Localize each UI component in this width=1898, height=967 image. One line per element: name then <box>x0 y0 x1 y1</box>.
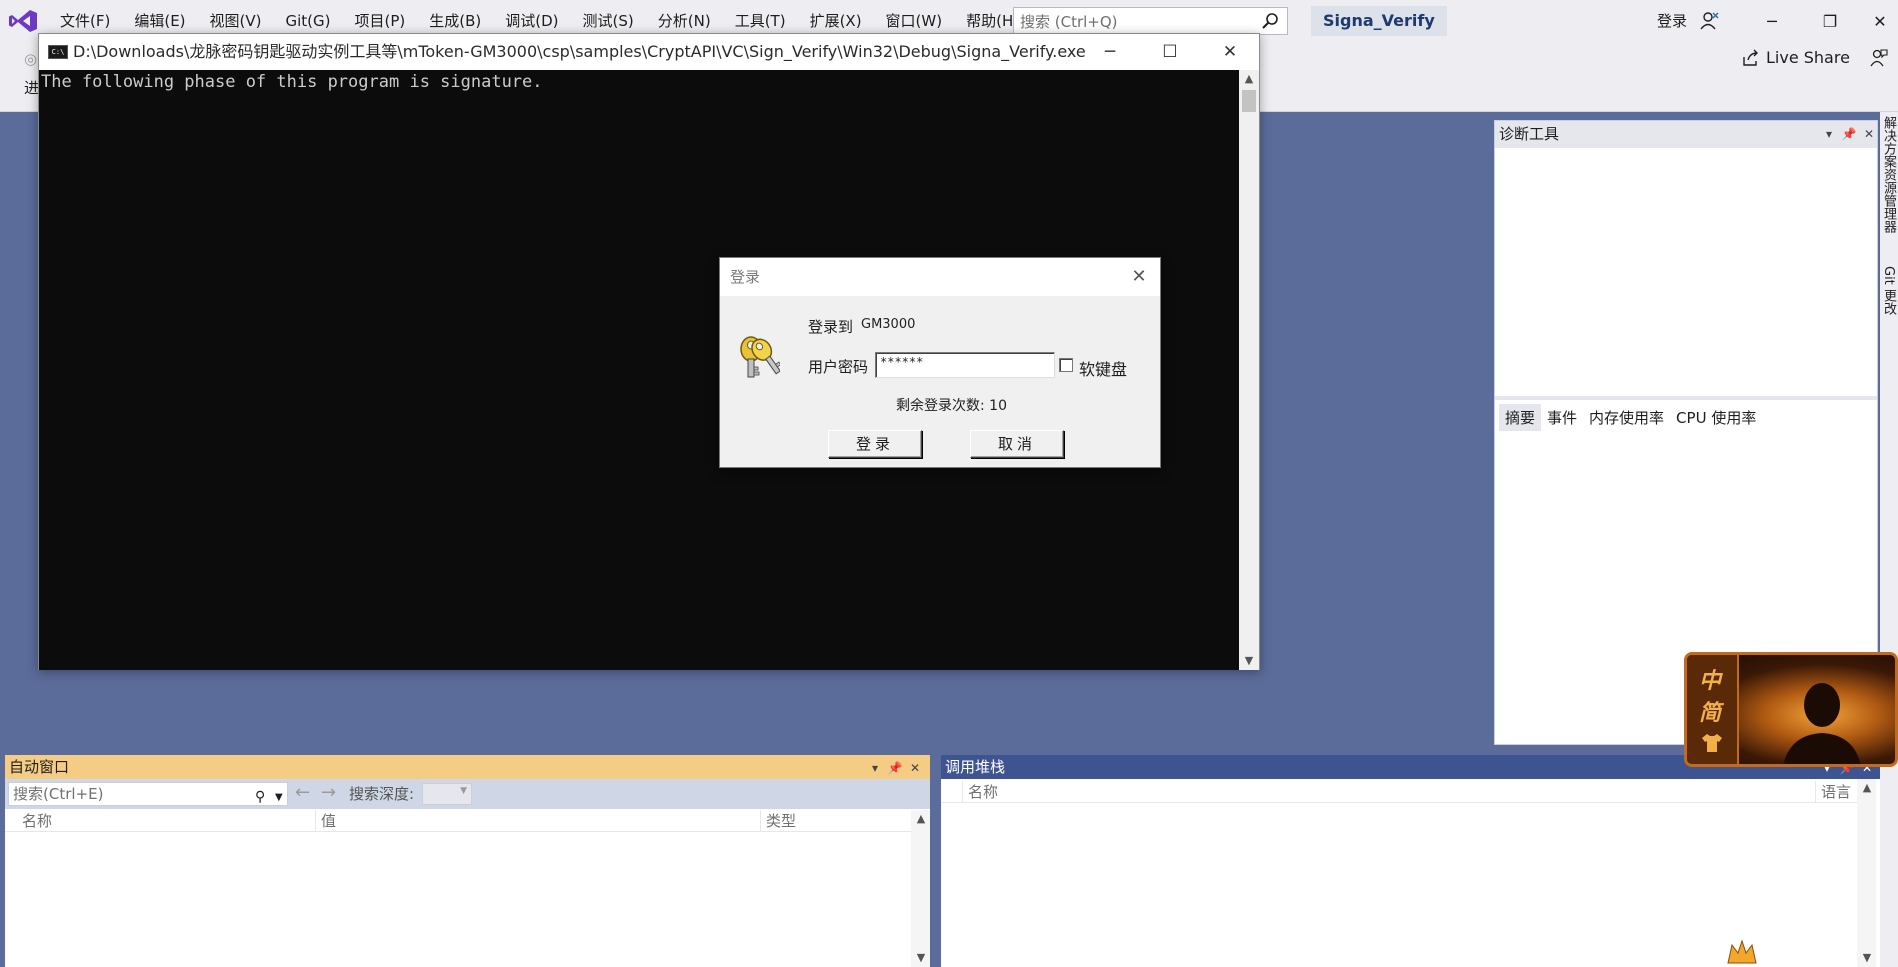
person-silhouette-icon <box>1783 683 1861 764</box>
chevron-down-icon[interactable]: ▾ <box>865 755 885 782</box>
login-ok-button[interactable]: 登录 <box>828 430 922 458</box>
password-label: 用户密码 <box>808 358 869 376</box>
login-cancel-button[interactable]: 取消 <box>970 430 1064 458</box>
share-icon <box>1743 49 1758 66</box>
toolbar-disabled-icon: ◎ <box>24 50 38 68</box>
autos-scrollbar[interactable]: ▲ ▼ <box>911 810 930 967</box>
login-dialog: 登录 ✕ 登录到 GM3000 用户密码 ****** 软键盘 剩余登录次数: … <box>719 257 1161 468</box>
back-arrow-icon[interactable]: ← <box>295 782 310 803</box>
console-output-text: The following phase of this program is s… <box>41 72 543 92</box>
column-name[interactable]: 名称 <box>968 781 998 803</box>
tab-events[interactable]: 事件 <box>1541 404 1583 431</box>
brand-char: 简 <box>1699 700 1722 726</box>
webcam-brand-panel: 中 简 <box>1687 655 1739 764</box>
autos-search-input[interactable]: 搜索(Ctrl+E) ⚲ ▼ <box>8 782 288 806</box>
console-scroll-thumb[interactable] <box>1242 90 1256 112</box>
feedback-icon[interactable] <box>1870 49 1888 67</box>
autos-panel: 自动窗口 ▾ 📌 ✕ 搜索(Ctrl+E) ⚲ ▼ ← → 搜索深度: ▼ 名称… <box>5 755 930 967</box>
tab-summary[interactable]: 摘要 <box>1499 404 1542 431</box>
column-separator[interactable] <box>962 781 963 803</box>
keys-icon <box>740 336 780 378</box>
console-minimize-button[interactable]: ─ <box>1080 34 1140 70</box>
toolbar-process-label: 进 <box>24 79 40 97</box>
search-depth-label: 搜索深度: <box>349 785 415 803</box>
vs-search-placeholder: 搜索 (Ctrl+Q) <box>1020 12 1118 31</box>
tab-memory-usage[interactable]: 内存使用率 <box>1583 404 1670 431</box>
login-to-label: 登录到 <box>808 318 854 336</box>
autos-header: 自动窗口 ▾ 📌 ✕ <box>5 755 930 779</box>
tab-git-changes[interactable]: Git 更改 <box>1880 266 1898 315</box>
console-maximize-button[interactable]: ☐ <box>1140 34 1200 70</box>
autos-toolbar: 搜索(Ctrl+E) ⚲ ▼ ← → 搜索深度: ▼ <box>5 779 930 809</box>
column-name[interactable]: 名称 <box>22 810 52 832</box>
vs-search-input[interactable]: 搜索 (Ctrl+Q) <box>1013 7 1288 35</box>
forward-arrow-icon[interactable]: → <box>321 782 336 803</box>
tab-solution-explorer[interactable]: 解决方案资源管理器 <box>1880 116 1898 233</box>
solution-name-badge[interactable]: Signa_Verify <box>1311 6 1447 36</box>
console-app-icon: C:\ <box>48 45 68 59</box>
diagnostic-splitter[interactable] <box>1495 396 1877 400</box>
vs-minimize-button[interactable]: ─ <box>1748 0 1796 42</box>
search-depth-dropdown[interactable]: ▼ <box>422 783 472 805</box>
brand-char: 中 <box>1699 668 1722 694</box>
device-name: GM3000 <box>861 317 916 332</box>
column-value[interactable]: 值 <box>321 810 336 832</box>
login-dialog-title: 登录 <box>730 268 761 286</box>
live-share-button[interactable]: Live Share <box>1742 48 1850 67</box>
scroll-up-icon[interactable]: ▲ <box>911 810 931 828</box>
account-icon[interactable] <box>1700 11 1720 31</box>
column-separator[interactable] <box>1815 781 1816 803</box>
autos-column-headers: 名称 值 类型 <box>5 810 911 832</box>
login-dialog-titlebar[interactable]: 登录 ✕ <box>720 258 1160 296</box>
console-path-title: D:\Downloads\龙脉密码钥匙驱动实例工具等\mToken-GM3000… <box>73 42 1086 61</box>
diagnostic-tools-title: 诊断工具 <box>1499 125 1560 143</box>
diagnostic-tools-header: 诊断工具 ▾ 📌 ✕ <box>1495 121 1877 148</box>
autos-title: 自动窗口 <box>9 758 70 776</box>
remaining-attempts-label: 剩余登录次数: 10 <box>896 398 1007 414</box>
live-share-label: Live Share <box>1766 48 1850 67</box>
soft-keyboard-checkbox[interactable] <box>1059 358 1073 372</box>
column-type[interactable]: 类型 <box>766 810 796 832</box>
chevron-down-icon: ▼ <box>460 786 467 796</box>
scroll-up-icon[interactable]: ▲ <box>1239 70 1259 88</box>
scroll-down-icon[interactable]: ▼ <box>1239 652 1259 670</box>
close-icon[interactable]: ✕ <box>1859 121 1879 148</box>
tab-cpu-usage[interactable]: CPU 使用率 <box>1670 404 1762 431</box>
call-stack-column-headers: 名称 语言 <box>941 781 1857 803</box>
close-icon[interactable]: ✕ <box>905 755 925 782</box>
soft-keyboard-label[interactable]: 软键盘 <box>1079 356 1127 380</box>
console-close-button[interactable]: ✕ <box>1200 34 1260 70</box>
call-stack-title: 调用堆栈 <box>945 758 1006 776</box>
search-icon: ⚲ <box>255 789 266 805</box>
side-tab-strip: 解决方案资源管理器 Git 更改 <box>1880 112 1898 967</box>
search-icon <box>1262 13 1278 29</box>
close-icon[interactable]: ✕ <box>1124 262 1154 292</box>
scroll-up-icon[interactable]: ▲ <box>1857 779 1877 797</box>
chevron-down-icon[interactable]: ▾ <box>1819 121 1839 148</box>
chevron-down-icon[interactable]: ▼ <box>275 787 283 809</box>
scroll-down-icon[interactable]: ▼ <box>1857 949 1877 967</box>
autos-search-placeholder: 搜索(Ctrl+E) <box>13 785 104 803</box>
pin-icon[interactable]: 📌 <box>1839 121 1859 148</box>
console-scrollbar[interactable]: ▲ ▼ <box>1239 70 1259 670</box>
sign-in-link[interactable]: 登录 <box>1657 0 1687 42</box>
vs-restore-button[interactable]: ❐ <box>1806 0 1854 42</box>
column-separator[interactable] <box>315 810 316 832</box>
decorative-crown-icon <box>1727 939 1757 964</box>
column-language[interactable]: 语言 <box>1821 781 1851 803</box>
diagnostic-tabs: 摘要 事件 内存使用率 CPU 使用率 <box>1499 404 1762 431</box>
pin-icon[interactable]: 📌 <box>885 755 905 782</box>
shirt-icon <box>1702 734 1722 752</box>
call-stack-panel: 调用堆栈 ▾ 📌 ✕ 名称 语言 ▲ ▼ <box>941 755 1880 967</box>
password-field[interactable]: ****** <box>875 352 1055 378</box>
scroll-down-icon[interactable]: ▼ <box>911 949 931 967</box>
visual-studio-logo-icon[interactable] <box>8 9 38 33</box>
call-stack-scrollbar[interactable]: ▲ ▼ <box>1857 779 1876 967</box>
console-titlebar[interactable]: C:\ D:\Downloads\龙脉密码钥匙驱动实例工具等\mToken-GM… <box>39 34 1259 70</box>
webcam-overlay: 中 简 <box>1684 652 1898 767</box>
column-separator[interactable] <box>760 810 761 832</box>
vs-close-button[interactable]: ✕ <box>1856 0 1898 42</box>
